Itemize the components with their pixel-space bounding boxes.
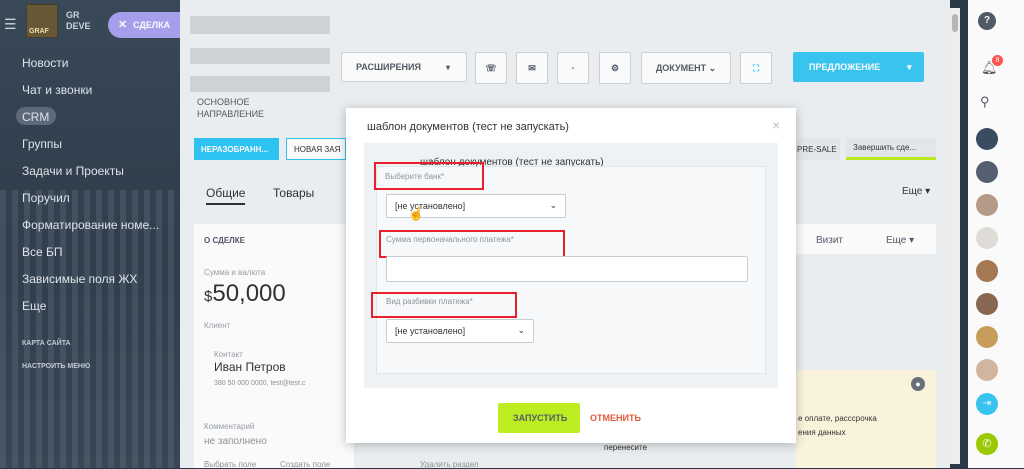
- bank-label-highlight: [374, 162, 484, 190]
- initial-payment-label-highlight: [379, 230, 565, 258]
- hand-cursor-icon: ☝: [408, 206, 425, 221]
- chevron-down-icon: ⌄: [549, 200, 557, 210]
- chevron-down-icon: ⌄: [517, 325, 525, 335]
- bank-select-value: [не установлено]: [395, 201, 466, 211]
- run-button[interactable]: ЗАПУСТИТЬ: [498, 403, 580, 433]
- run-button-label: ЗАПУСТИТЬ: [513, 413, 568, 423]
- close-icon[interactable]: ✕: [772, 121, 780, 132]
- split-type-select-value: [не установлено]: [395, 326, 466, 336]
- initial-payment-input[interactable]: [386, 256, 748, 282]
- split-type-select[interactable]: [не установлено] ⌄: [386, 319, 534, 343]
- cancel-link[interactable]: ОТМЕНИТЬ: [590, 413, 641, 423]
- dialog-title: шаблон документов (тест не запускать): [367, 121, 569, 133]
- split-type-label-highlight: [371, 292, 517, 318]
